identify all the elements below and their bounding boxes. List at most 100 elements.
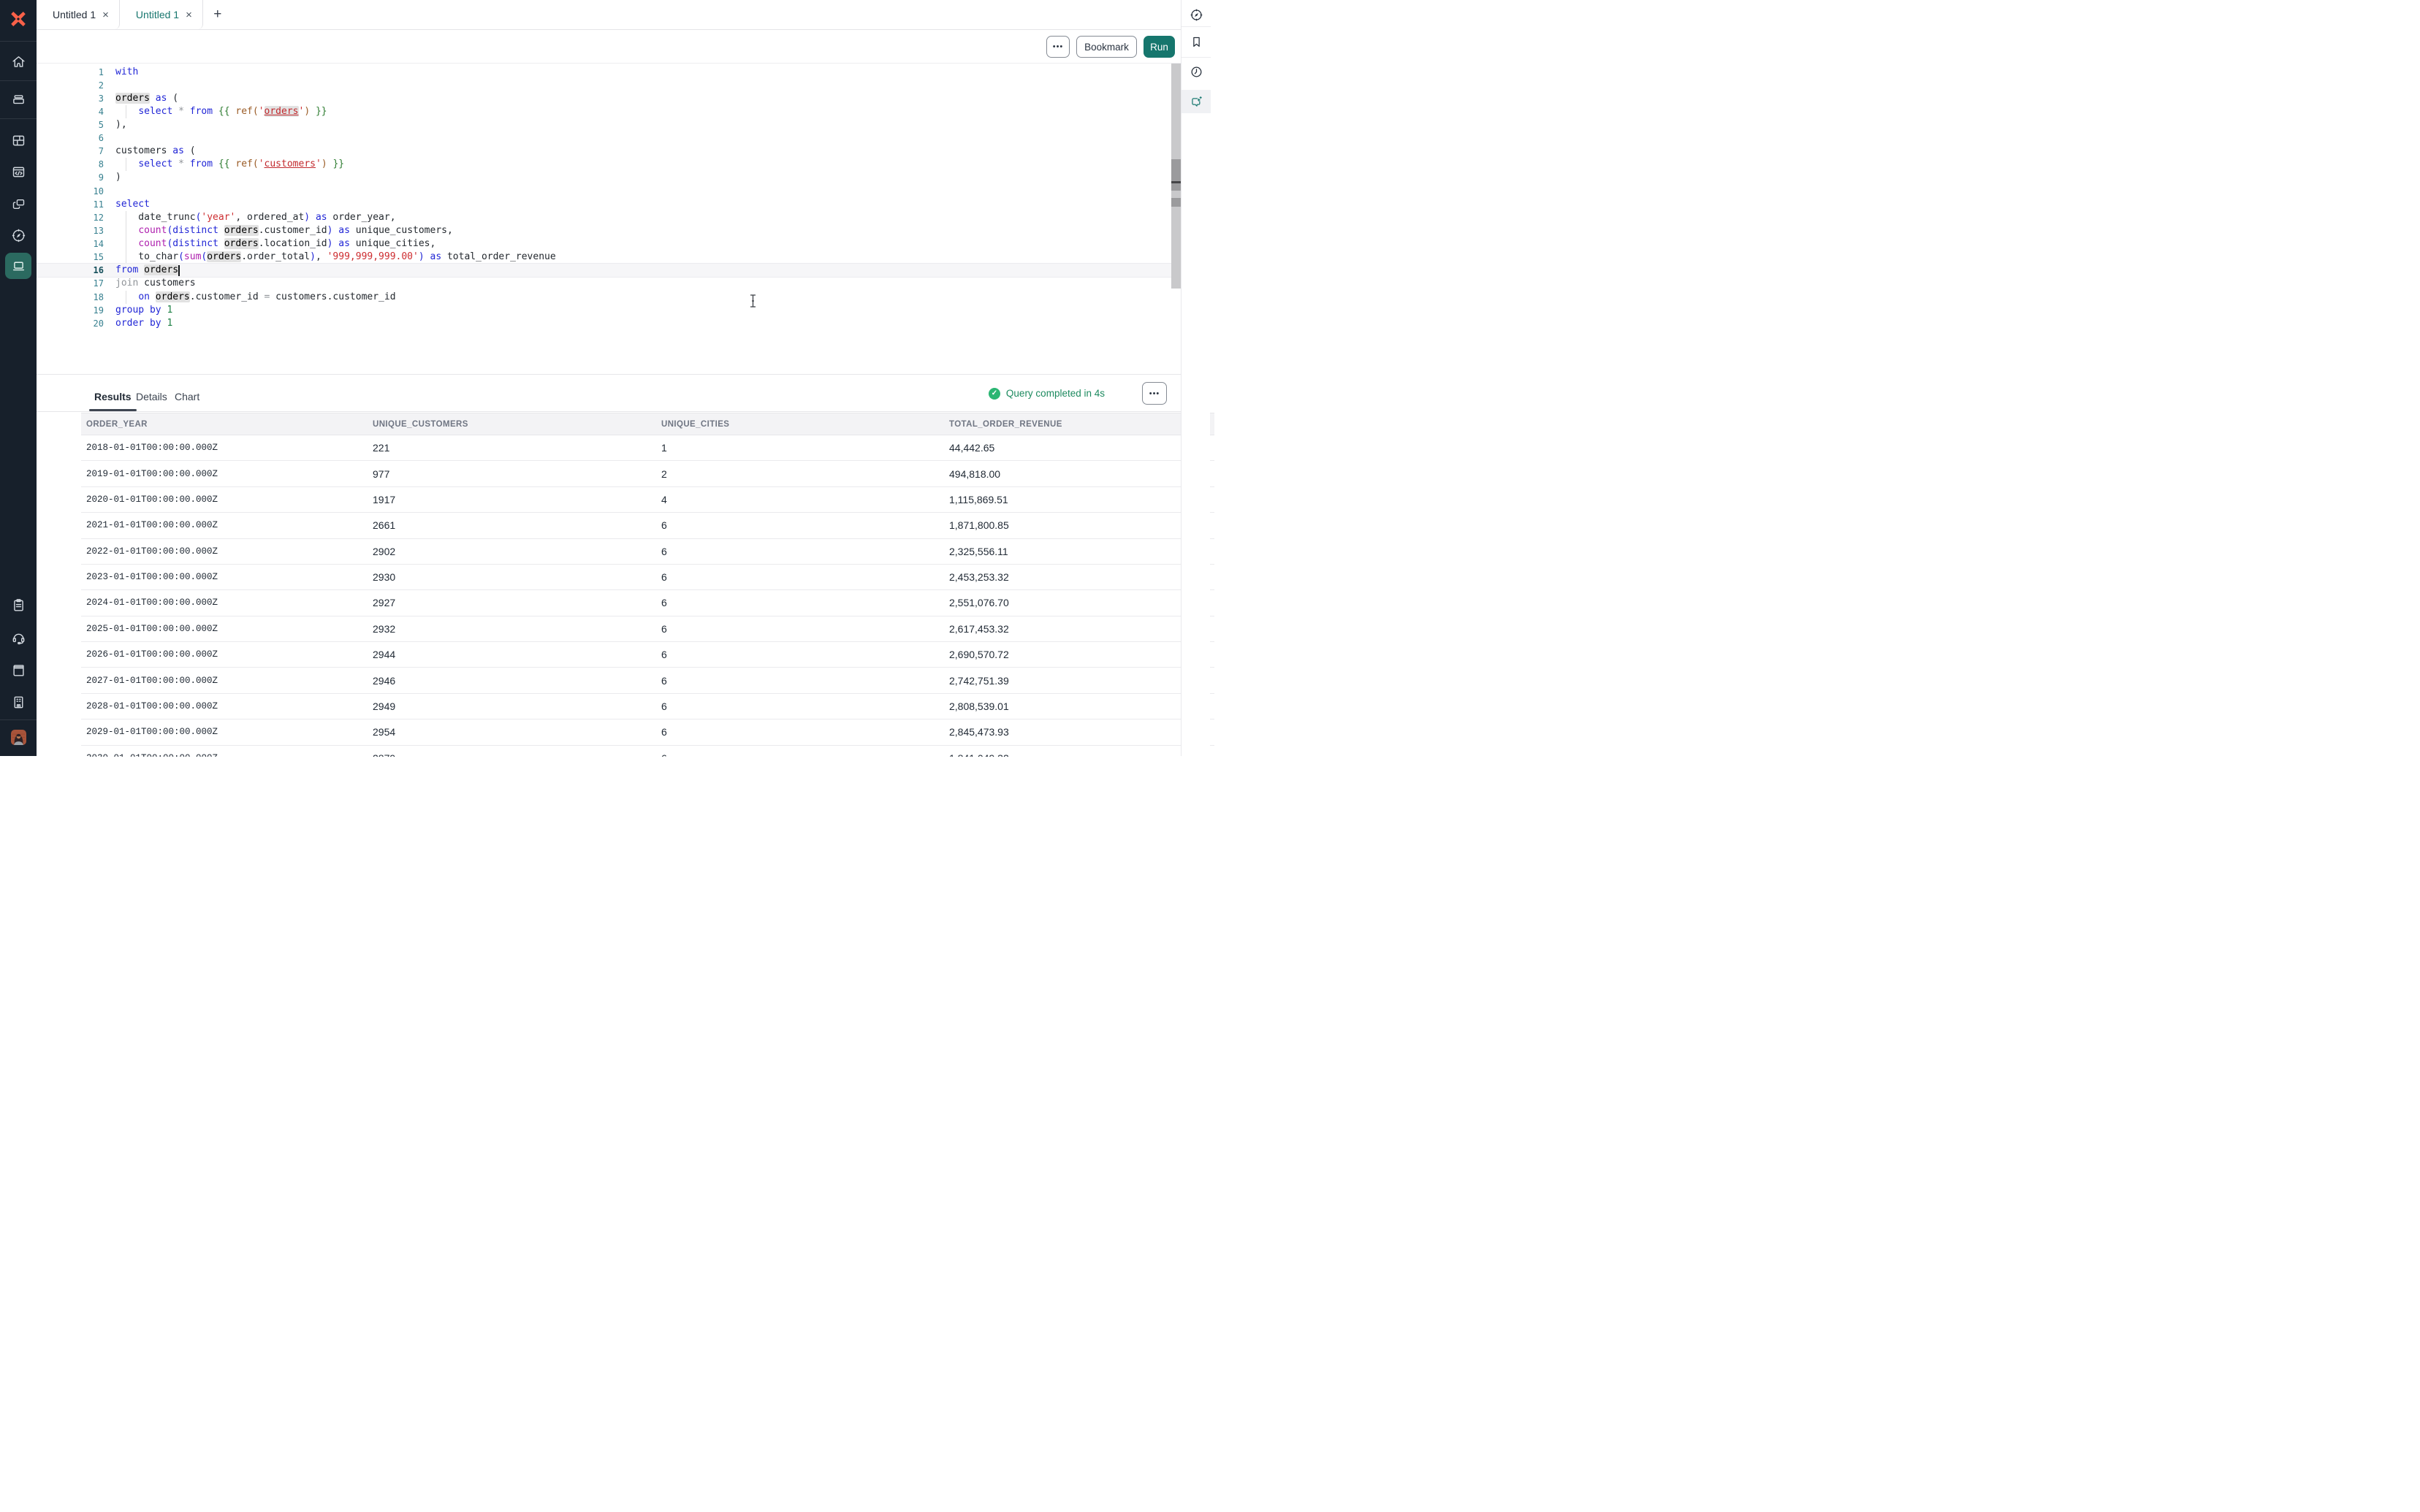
table-cell: 6 [661, 623, 949, 635]
code-line-8: 8 select * from {{ ref('customers') }} [37, 158, 1181, 171]
results-tab-chart[interactable]: Chart [170, 365, 205, 411]
table-cell: 2022-01-01T00:00:00.000Z [86, 546, 373, 557]
line-number: 9 [37, 171, 104, 184]
table-cell: 6 [661, 752, 949, 757]
scrollbar-marker [1171, 181, 1181, 183]
table-cell: 2023-01-01T00:00:00.000Z [86, 572, 373, 582]
main-area: Untitled 1×Untitled 1×+ ••• Bookmark Run… [37, 0, 1181, 756]
code-text: join customers [115, 277, 196, 290]
panel-item-bookmark[interactable] [1182, 31, 1211, 53]
table-cell: 4 [661, 494, 949, 505]
line-number: 7 [37, 145, 104, 158]
table-row[interactable]: 2019-01-01T00:00:00.000Z9772494,818.00 [81, 461, 1214, 486]
bookmark-icon [1190, 35, 1203, 49]
results-more-button[interactable]: ••• [1142, 382, 1167, 405]
editor-scrollbar[interactable] [1171, 64, 1181, 289]
sidebar-item-compass[interactable] [5, 222, 31, 248]
table-cell: 2,742,751.39 [949, 675, 1214, 687]
table-row[interactable]: 2023-01-01T00:00:00.000Z293062,453,253.3… [81, 565, 1214, 590]
code-line-15: 15 to_char(sum(orders.order_total), '999… [37, 251, 1181, 264]
sidebar-item-drawer[interactable] [5, 86, 31, 112]
table-cell: 2,808,539.01 [949, 700, 1214, 712]
line-number: 11 [37, 198, 104, 211]
table-row[interactable]: 2022-01-01T00:00:00.000Z290262,325,556.1… [81, 539, 1214, 565]
clipboard-icon [11, 597, 26, 613]
sidebar-item-book[interactable] [5, 657, 31, 683]
code-line-13: 13 count(distinct orders.customer_id) as… [37, 224, 1181, 237]
close-icon[interactable]: × [186, 9, 192, 20]
table-row[interactable]: 2030-01-01T00:00:00.000Z287961,841,049.3… [81, 746, 1214, 757]
code-text: date_trunc('year', ordered_at) as order_… [115, 211, 396, 224]
code-text: from orders [115, 264, 178, 277]
code-text: with [115, 66, 138, 79]
compass-icon [11, 228, 26, 243]
table-row[interactable]: 2029-01-01T00:00:00.000Z295462,845,473.9… [81, 719, 1214, 745]
panel-item-ai-chat[interactable] [1182, 90, 1211, 113]
table-row[interactable]: 2025-01-01T00:00:00.000Z293262,617,453.3… [81, 616, 1214, 642]
editor-tab-1[interactable]: Untitled 1× [37, 0, 120, 29]
close-icon[interactable]: × [102, 9, 109, 20]
more-options-button[interactable]: ••• [1046, 36, 1070, 58]
table-cell: 2932 [373, 623, 661, 635]
table-cell: 1917 [373, 494, 661, 505]
column-header: TOTAL_ORDER_REVENUE [949, 420, 1214, 429]
code-line-20: 20order by 1 [37, 317, 1181, 330]
code-line-5: 5), [37, 118, 1181, 131]
line-number: 17 [37, 277, 104, 290]
sidebar-item-home[interactable] [5, 48, 31, 75]
panel-item-history[interactable] [1182, 61, 1211, 83]
table-cell: 6 [661, 700, 949, 712]
code-line-17: 17 join customers [37, 277, 1181, 290]
table-row[interactable]: 2024-01-01T00:00:00.000Z292762,551,076.7… [81, 590, 1214, 616]
text-caret [178, 265, 180, 276]
run-button[interactable]: Run [1144, 36, 1175, 58]
line-number: 12 [37, 211, 104, 224]
table-row[interactable]: 2021-01-01T00:00:00.000Z266161,871,800.8… [81, 513, 1214, 538]
sidebar-item-apps-grid[interactable] [5, 127, 31, 153]
scrollbar-thumb[interactable] [1171, 198, 1181, 207]
code-line-7: 7customers as ( [37, 145, 1181, 158]
apps-grid-icon [11, 133, 26, 148]
line-number: 10 [37, 185, 104, 198]
user-avatar[interactable] [5, 728, 31, 747]
line-number: 15 [37, 251, 104, 264]
table-row[interactable]: 2020-01-01T00:00:00.000Z191741,115,869.5… [81, 487, 1214, 513]
results-table[interactable]: ORDER_YEARUNIQUE_CUSTOMERSUNIQUE_CITIEST… [81, 413, 1214, 757]
table-cell: 2949 [373, 700, 661, 712]
code-line-6: 6 [37, 131, 1181, 145]
table-row[interactable]: 2026-01-01T00:00:00.000Z294462,690,570.7… [81, 642, 1214, 668]
history-icon [1190, 65, 1203, 79]
scrollbar-thumb[interactable] [1171, 159, 1181, 191]
table-row[interactable]: 2027-01-01T00:00:00.000Z294662,742,751.3… [81, 668, 1214, 693]
sidebar-item-terminal[interactable] [5, 253, 31, 279]
table-cell: 977 [373, 468, 661, 480]
table-cell: 2021-01-01T00:00:00.000Z [86, 520, 373, 530]
editor-tab-2[interactable]: Untitled 1× [120, 0, 203, 29]
table-cell: 6 [661, 597, 949, 608]
sidebar-item-windows[interactable] [5, 191, 31, 217]
code-line-3: 3orders as ( [37, 92, 1181, 105]
sql-editor[interactable]: 1with23orders as (4 select * from {{ ref… [37, 64, 1181, 374]
results-tab-details[interactable]: Details [131, 365, 172, 411]
table-cell: 2661 [373, 519, 661, 531]
sidebar-item-code-window[interactable] [5, 159, 31, 185]
bookmark-button[interactable]: Bookmark [1076, 36, 1137, 58]
panel-item-compass[interactable] [1182, 4, 1211, 26]
sidebar-item-building[interactable] [5, 689, 31, 715]
table-row[interactable]: 2028-01-01T00:00:00.000Z294962,808,539.0… [81, 694, 1214, 719]
new-tab-button[interactable]: + [203, 0, 232, 29]
table-cell: 6 [661, 546, 949, 557]
table-cell: 1 [661, 442, 949, 454]
table-row[interactable]: 2018-01-01T00:00:00.000Z221144,442.65 [81, 435, 1214, 461]
table-cell: 2,617,453.32 [949, 623, 1214, 635]
table-cell: 2028-01-01T00:00:00.000Z [86, 701, 373, 711]
windows-icon [11, 196, 26, 212]
results-tab-results[interactable]: Results [89, 365, 137, 411]
table-cell: 2,551,076.70 [949, 597, 1214, 608]
sidebar-item-headset[interactable] [5, 625, 31, 651]
hex-logo[interactable] [0, 0, 37, 38]
sidebar-item-clipboard[interactable] [5, 592, 31, 618]
code-text: count(distinct orders.location_id) as un… [115, 237, 435, 251]
table-cell: 2026-01-01T00:00:00.000Z [86, 649, 373, 660]
home-icon [11, 54, 26, 69]
